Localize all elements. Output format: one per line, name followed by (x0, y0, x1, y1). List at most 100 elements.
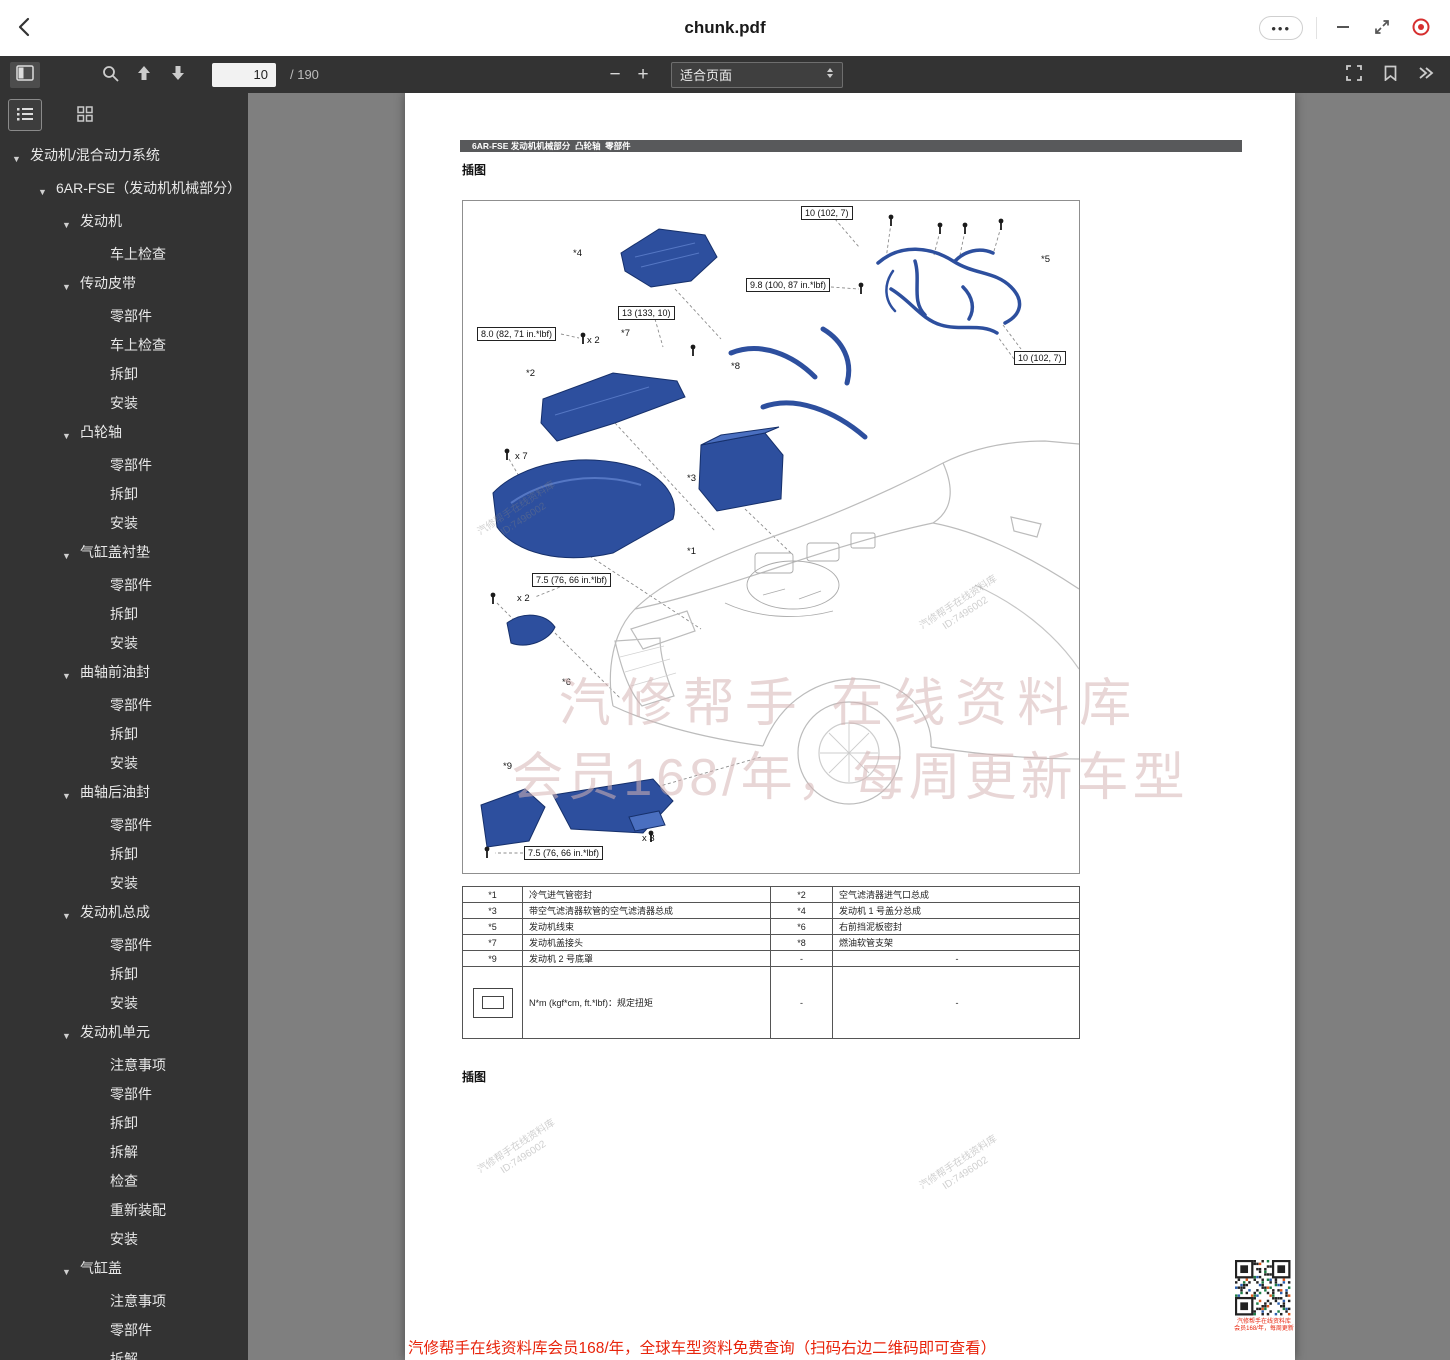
bookmark-label: 拆卸 (110, 1113, 248, 1133)
more-options-button[interactable]: ••• (1259, 16, 1303, 40)
expand-window-button[interactable] (1369, 15, 1395, 41)
parts-table-cell: 发动机线束 (523, 919, 771, 935)
bookmark-item[interactable]: 零部件 (0, 571, 248, 600)
pdf-viewer-app: chunk.pdf ••• / 190 − + 适合页面 (0, 0, 1450, 1360)
caret-spacer (92, 753, 110, 757)
zoom-out-button[interactable]: − (603, 62, 627, 88)
bookmark-item[interactable]: 零部件 (0, 1080, 248, 1109)
page-number-input[interactable] (212, 63, 276, 87)
bookmark-item[interactable]: ▼发动机/混合动力系统 (0, 141, 248, 174)
bookmark-item[interactable]: ▼凸轮轴 (0, 418, 248, 451)
bookmark-icon (1384, 65, 1397, 84)
bookmark-item[interactable]: 注意事项 (0, 1051, 248, 1080)
caret-down-icon[interactable]: ▼ (62, 211, 80, 235)
bookmark-item[interactable]: 零部件 (0, 811, 248, 840)
bookmark-item[interactable]: 拆解 (0, 1345, 248, 1360)
qr-code (1235, 1260, 1291, 1316)
bookmark-item[interactable]: 安装 (0, 629, 248, 658)
torque-spec-label: 10 (102, 7) (801, 206, 853, 220)
bookmark-item[interactable]: 零部件 (0, 302, 248, 331)
bookmark-item[interactable]: 拆卸 (0, 840, 248, 869)
parts-table-cell: 带空气滤清器软管的空气滤清器总成 (523, 903, 771, 919)
bookmark-item[interactable]: 拆卸 (0, 600, 248, 629)
bookmark-item[interactable]: 注意事项 (0, 1287, 248, 1316)
part-marker: *8 (731, 361, 740, 372)
caret-down-icon[interactable]: ▼ (62, 1022, 80, 1046)
minimize-button[interactable] (1330, 15, 1356, 41)
pdf-content-area: 6AR-FSE 发动机机械部分 凸轮轴 零部件 插图 (248, 93, 1450, 1360)
bookmark-item[interactable]: ▼发动机 (0, 207, 248, 240)
outline-view-tab[interactable] (8, 99, 42, 131)
bookmark-item[interactable]: ▼气缸盖衬垫 (0, 538, 248, 571)
bookmark-item[interactable]: 拆卸 (0, 720, 248, 749)
caret-down-icon[interactable]: ▼ (12, 145, 30, 169)
bookmark-item[interactable]: 拆卸 (0, 360, 248, 389)
caret-down-icon[interactable]: ▼ (38, 178, 56, 202)
bookmark-label: 安装 (110, 873, 248, 893)
caret-down-icon[interactable]: ▼ (62, 1258, 80, 1282)
bookmark-item[interactable]: 检查 (0, 1167, 248, 1196)
fullscreen-button[interactable] (1340, 62, 1368, 88)
parts-table-row: *9发动机 2 号底罩-- (463, 951, 1080, 967)
parts-table-cell: 空气滤清器进气口总成 (833, 887, 1080, 903)
more-tools-button[interactable] (1412, 62, 1440, 88)
parts-table-cell: *4 (771, 903, 833, 919)
torque-legend-row: N*m (kgf*cm, ft.*lbf)：规定扭矩-- (463, 967, 1080, 1039)
bookmark-item[interactable]: ▼曲轴前油封 (0, 658, 248, 691)
zoom-mode-select[interactable]: 适合页面 (671, 62, 843, 88)
caret-down-icon[interactable]: ▼ (62, 422, 80, 446)
next-page-button[interactable] (164, 62, 192, 88)
bookmark-item[interactable]: ▼发动机总成 (0, 898, 248, 931)
caret-spacer (92, 244, 110, 248)
bookmark-item[interactable]: ▼曲轴后油封 (0, 778, 248, 811)
bookmark-label: 曲轴后油封 (80, 782, 248, 802)
bookmark-item[interactable]: ▼气缸盖 (0, 1254, 248, 1287)
zoom-in-button[interactable]: + (631, 62, 655, 88)
bookmark-item[interactable]: 安装 (0, 389, 248, 418)
bookmark-item[interactable]: 零部件 (0, 931, 248, 960)
caret-down-icon[interactable]: ▼ (62, 542, 80, 566)
parts-table-cell: *3 (463, 903, 523, 919)
bookmark-button[interactable] (1376, 62, 1404, 88)
bookmark-label: 零部件 (110, 815, 248, 835)
grid-icon (77, 106, 93, 125)
bookmark-item[interactable]: 零部件 (0, 691, 248, 720)
part-marker: *3 (687, 473, 696, 484)
footer-notice: 汽修帮手在线资料库会员168/年，全球车型资料免费查询（扫码右边二维码即可查看） (408, 1336, 996, 1358)
sidebar-toggle-button[interactable] (10, 62, 40, 88)
bookmark-item[interactable]: 安装 (0, 869, 248, 898)
bookmark-item[interactable]: 安装 (0, 509, 248, 538)
bookmark-item[interactable]: ▼传动皮带 (0, 269, 248, 302)
torque-spec-label: 13 (133, 10) (618, 306, 675, 320)
part-marker: *7 (621, 328, 630, 339)
search-button[interactable] (96, 62, 124, 88)
exploded-parts-diagram: 10 (102, 7) 9.8 (100, 87 in.*lbf) 13 (13… (462, 200, 1080, 874)
bookmark-item[interactable]: 拆解 (0, 1138, 248, 1167)
caret-down-icon[interactable]: ▼ (62, 782, 80, 806)
bookmark-item[interactable]: 零部件 (0, 451, 248, 480)
bookmark-label: 拆解 (110, 1349, 248, 1360)
bookmark-item[interactable]: 安装 (0, 989, 248, 1018)
bookmark-item[interactable]: 安装 (0, 749, 248, 778)
bookmark-item[interactable]: 拆卸 (0, 960, 248, 989)
section-header-bar: 6AR-FSE 发动机机械部分 凸轮轴 零部件 (460, 140, 1242, 152)
caret-down-icon[interactable]: ▼ (62, 273, 80, 297)
caret-down-icon[interactable]: ▼ (62, 902, 80, 926)
parts-table-cell: *9 (463, 951, 523, 967)
bookmark-item[interactable]: 零部件 (0, 1316, 248, 1345)
back-button[interactable] (14, 16, 36, 41)
bookmark-item[interactable]: 拆卸 (0, 1109, 248, 1138)
thumbnails-view-tab[interactable] (68, 99, 102, 131)
previous-page-button[interactable] (130, 62, 158, 88)
parts-table-cell: *2 (771, 887, 833, 903)
bookmark-item[interactable]: 车上检查 (0, 331, 248, 360)
bookmark-item[interactable]: 重新装配 (0, 1196, 248, 1225)
bookmark-item[interactable]: 拆卸 (0, 480, 248, 509)
bookmark-item[interactable]: 安装 (0, 1225, 248, 1254)
torque-symbol-icon (473, 988, 513, 1018)
caret-down-icon[interactable]: ▼ (62, 662, 80, 686)
bookmark-item[interactable]: ▼发动机单元 (0, 1018, 248, 1051)
bookmark-item[interactable]: ▼6AR-FSE（发动机机械部分） (0, 174, 248, 207)
record-indicator-button[interactable] (1408, 15, 1434, 41)
bookmark-item[interactable]: 车上检查 (0, 240, 248, 269)
